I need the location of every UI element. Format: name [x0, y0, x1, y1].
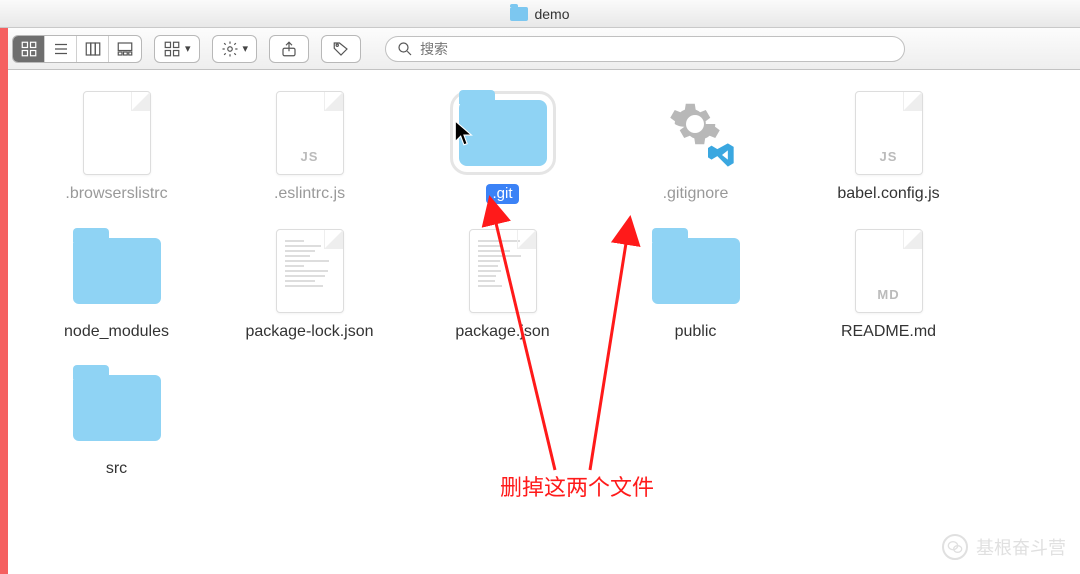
file-item[interactable]: JS babel.config.js	[796, 88, 981, 204]
file-item[interactable]: JS .eslintrc.js	[217, 88, 402, 204]
action-gear-button[interactable]: ▾	[212, 35, 258, 63]
folder-icon	[62, 226, 172, 316]
file-label: package-lock.json	[245, 322, 373, 341]
chevron-down-icon: ▾	[243, 42, 249, 55]
view-mode-segment	[12, 35, 142, 63]
window-titlebar: demo	[0, 0, 1080, 28]
file-label: .browserslistrc	[65, 184, 167, 203]
group-by-button[interactable]: ▾	[154, 35, 200, 63]
view-icon-grid[interactable]	[13, 36, 45, 62]
file-item[interactable]: public	[603, 226, 788, 341]
file-icon	[641, 88, 751, 178]
file-item[interactable]: package-lock.json	[217, 226, 402, 341]
file-label: .eslintrc.js	[274, 184, 345, 203]
view-list[interactable]	[45, 36, 77, 62]
file-icon	[448, 226, 558, 316]
file-item[interactable]: MD README.md	[796, 226, 981, 341]
file-icon	[62, 88, 172, 178]
window-title: demo	[534, 6, 569, 22]
folder-icon	[641, 226, 751, 316]
folder-icon	[62, 363, 172, 453]
mouse-cursor-icon	[454, 120, 476, 148]
toolbar: ▾ ▾	[0, 28, 1080, 70]
file-label: node_modules	[64, 322, 169, 341]
file-item[interactable]: .browserslistrc	[24, 88, 209, 204]
file-icon: MD	[834, 226, 944, 316]
file-grid: .browserslistrc JS .eslintrc.js .git .gitig…	[24, 88, 1056, 478]
search-icon	[396, 40, 414, 58]
file-icon: JS	[255, 88, 365, 178]
file-item[interactable]: src	[24, 363, 209, 478]
search-field[interactable]	[385, 36, 905, 62]
file-icon: JS	[834, 88, 944, 178]
file-label: public	[675, 322, 717, 341]
folder-icon	[510, 7, 528, 21]
wechat-icon	[942, 534, 968, 560]
annotation-text: 删掉这两个文件	[500, 470, 654, 502]
view-gallery[interactable]	[109, 36, 141, 62]
watermark-text: 基根奋斗营	[976, 534, 1066, 560]
file-item[interactable]: node_modules	[24, 226, 209, 341]
file-item[interactable]: package.json	[410, 226, 595, 341]
file-label: src	[106, 459, 127, 478]
search-input[interactable]	[420, 41, 894, 57]
share-button[interactable]	[269, 35, 309, 63]
file-label: README.md	[841, 322, 936, 341]
chevron-down-icon: ▾	[185, 42, 191, 55]
watermark: 基根奋斗营	[942, 534, 1066, 560]
file-icon	[255, 226, 365, 316]
tag-button[interactable]	[321, 35, 361, 63]
file-label: .gitignore	[663, 184, 729, 203]
file-label: package.json	[455, 322, 549, 341]
file-label: babel.config.js	[837, 184, 939, 203]
file-item[interactable]: .git	[410, 88, 595, 204]
file-label: .git	[486, 184, 518, 204]
view-columns[interactable]	[77, 36, 109, 62]
file-item[interactable]: .gitignore	[603, 88, 788, 204]
left-edge-strip	[0, 28, 8, 574]
file-browser-content: .browserslistrc JS .eslintrc.js .git .gitig…	[0, 70, 1080, 574]
